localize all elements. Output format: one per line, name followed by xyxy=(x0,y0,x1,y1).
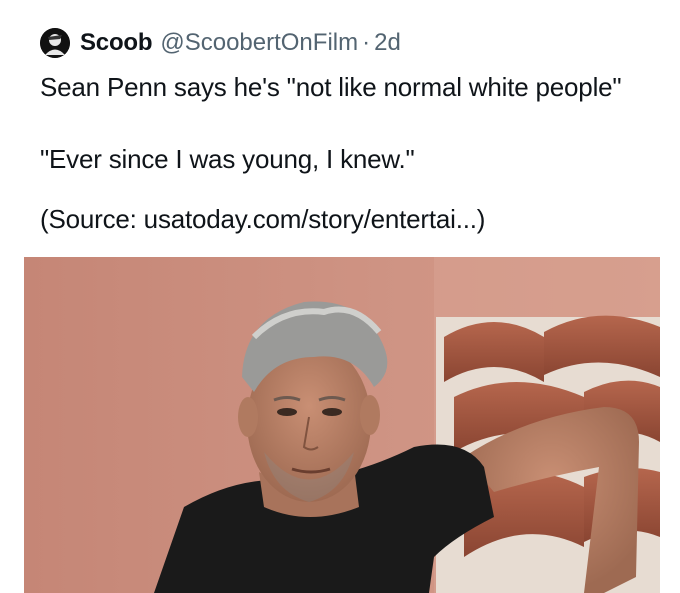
post-text-line-3: (Source: usatoday.com/story/entertai...) xyxy=(40,204,486,234)
author-avatar[interactable] xyxy=(40,28,70,58)
author-name[interactable]: Scoob xyxy=(80,29,153,57)
tweet-post: Scoob @ScoobertOnFilm · 2d Sean Penn say… xyxy=(0,0,680,593)
separator-dot: · xyxy=(362,29,371,56)
post-text-line-2: "Ever since I was young, I knew." xyxy=(40,144,415,174)
author-handle[interactable]: @ScoobertOnFilm xyxy=(160,29,358,57)
post-timestamp[interactable]: 2d xyxy=(374,29,401,57)
user-avatar-icon xyxy=(40,28,70,58)
post-image[interactable] xyxy=(24,257,660,593)
portrait-photo xyxy=(24,257,660,593)
tweet-header: Scoob @ScoobertOnFilm · 2d xyxy=(40,28,401,58)
post-text-line-1: Sean Penn says he's "not like normal whi… xyxy=(40,72,622,102)
